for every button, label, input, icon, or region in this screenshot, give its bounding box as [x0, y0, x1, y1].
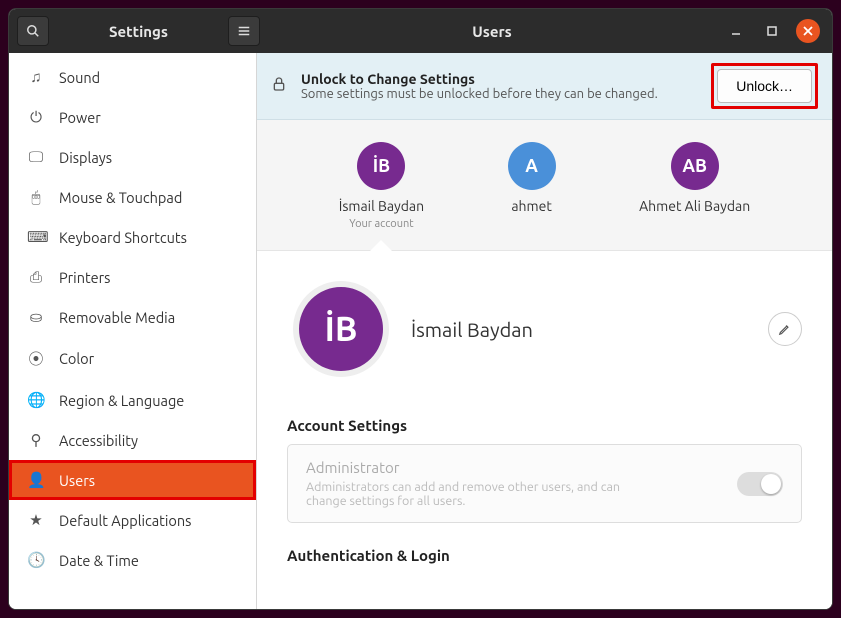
search-button[interactable]: [17, 16, 49, 46]
color-icon: ⦿: [27, 348, 45, 369]
page-title: Users: [260, 23, 724, 40]
content: Unlock to Change Settings Some settings …: [257, 53, 832, 609]
avatar: AB: [671, 142, 719, 190]
minimize-icon: [731, 26, 741, 36]
sidebar-item-users[interactable]: 👤 Users: [9, 460, 256, 500]
avatar: İB: [357, 142, 405, 190]
default-applications-icon: ★: [27, 511, 45, 529]
sidebar-item-label: Printers: [59, 269, 110, 286]
sidebar: ♫ Sound ⏻ Power 🖵 Displays 🖱 Mouse & Touchpad ⌨ K…: [9, 53, 257, 609]
sidebar-item-label: Accessibility: [59, 432, 138, 449]
removable-media-icon: ⛀: [27, 308, 45, 326]
user-name: İsmail Baydan: [339, 198, 424, 214]
titlebar-left: Settings: [17, 16, 260, 46]
sidebar-item-label: Power: [59, 109, 101, 126]
account-settings-title: Account Settings: [287, 417, 802, 434]
sidebar-item-accessibility[interactable]: ⚲ Accessibility: [9, 420, 256, 460]
date-time-icon: 🕓: [27, 551, 45, 569]
printers-icon: ⎙: [27, 268, 45, 286]
region-language-icon: 🌐: [27, 391, 45, 409]
user-name: Ahmet Ali Baydan: [639, 198, 750, 214]
keyboard-shortcuts-icon: ⌨: [27, 228, 45, 246]
profile-name: İsmail Baydan: [411, 318, 533, 341]
sidebar-item-label: Users: [59, 472, 95, 489]
unlock-bar: Unlock to Change Settings Some settings …: [257, 53, 832, 120]
sidebar-item-displays[interactable]: 🖵 Displays: [9, 137, 256, 177]
sidebar-item-mouse-touchpad[interactable]: 🖱 Mouse & Touchpad: [9, 177, 256, 217]
user-ahmet[interactable]: Aahmet: [508, 142, 556, 230]
user-name: ahmet: [511, 198, 552, 214]
settings-title: Settings: [57, 23, 220, 40]
profile-row: İB İsmail Baydan: [293, 281, 802, 377]
unlock-message: Unlock to Change Settings Some settings …: [301, 71, 697, 101]
sound-icon: ♫: [27, 68, 45, 86]
sidebar-item-keyboard-shortcuts[interactable]: ⌨ Keyboard Shortcuts: [9, 217, 256, 257]
sidebar-item-removable-media[interactable]: ⛀ Removable Media: [9, 297, 256, 337]
displays-icon: 🖵: [27, 148, 45, 166]
user-ahmet-ali-baydan[interactable]: AB Ahmet Ali Baydan: [639, 142, 750, 230]
unlock-subtitle: Some settings must be unlocked before th…: [301, 87, 697, 101]
power-icon: ⏻: [27, 108, 45, 126]
administrator-toggle[interactable]: [737, 472, 783, 496]
sidebar-item-label: Displays: [59, 149, 112, 166]
sidebar-item-label: Keyboard Shortcuts: [59, 229, 187, 246]
sidebar-item-sound[interactable]: ♫ Sound: [9, 57, 256, 97]
pencil-icon: [778, 322, 792, 336]
sidebar-item-label: Region & Language: [59, 392, 184, 409]
sidebar-item-default-applications[interactable]: ★ Default Applications: [9, 500, 256, 540]
edit-name-button[interactable]: [768, 312, 802, 346]
sidebar-item-color[interactable]: ⦿ Color: [9, 337, 256, 380]
sidebar-item-label: Removable Media: [59, 309, 175, 326]
user-i-smail-baydan[interactable]: İB İsmail Baydan Your account: [339, 142, 424, 230]
administrator-desc: Administrators can add and remove other …: [306, 480, 646, 508]
users-icon: 👤: [27, 471, 45, 489]
sidebar-item-date-time[interactable]: 🕓 Date & Time: [9, 540, 256, 580]
profile-avatar[interactable]: İB: [293, 281, 389, 377]
unlock-highlight: Unlock…: [711, 63, 818, 109]
accessibility-icon: ⚲: [27, 431, 45, 449]
mouse-touchpad-icon: 🖱: [27, 188, 45, 206]
maximize-icon: [767, 26, 777, 36]
hamburger-button[interactable]: [228, 16, 260, 46]
minimize-button[interactable]: [724, 19, 748, 43]
settings-window: Settings Users ♫ Sound ⏻ Power 🖵 Displays 🖱 Mou…: [8, 8, 833, 610]
sidebar-item-label: Date & Time: [59, 552, 139, 569]
sidebar-item-label: Color: [59, 350, 94, 367]
hamburger-icon: [237, 24, 251, 38]
body: ♫ Sound ⏻ Power 🖵 Displays 🖱 Mouse & Touchpad ⌨ K…: [9, 53, 832, 609]
sidebar-item-printers[interactable]: ⎙ Printers: [9, 257, 256, 297]
administrator-row: Administrator Administrators can add and…: [287, 444, 802, 523]
sidebar-item-region-language[interactable]: 🌐 Region & Language: [9, 380, 256, 420]
close-icon: [803, 26, 813, 36]
sidebar-item-label: Default Applications: [59, 512, 191, 529]
titlebar: Settings Users: [9, 9, 832, 53]
unlock-title: Unlock to Change Settings: [301, 71, 697, 87]
maximize-button[interactable]: [760, 19, 784, 43]
sidebar-item-power[interactable]: ⏻ Power: [9, 97, 256, 137]
user-sub: Your account: [349, 218, 413, 230]
details: İB İsmail Baydan Account Settings Admini…: [257, 251, 832, 609]
window-controls: [724, 19, 824, 43]
administrator-label: Administrator: [306, 459, 737, 476]
search-icon: [26, 24, 40, 38]
sidebar-item-label: Mouse & Touchpad: [59, 189, 182, 206]
lock-icon: [271, 76, 287, 96]
auth-section-title: Authentication & Login: [287, 547, 802, 564]
unlock-button[interactable]: Unlock…: [717, 69, 812, 103]
sidebar-item-label: Sound: [59, 69, 100, 86]
user-strip: İB İsmail Baydan Your account Aahmet AB Ahmet…: [257, 120, 832, 251]
close-button[interactable]: [796, 19, 820, 43]
avatar: A: [508, 142, 556, 190]
